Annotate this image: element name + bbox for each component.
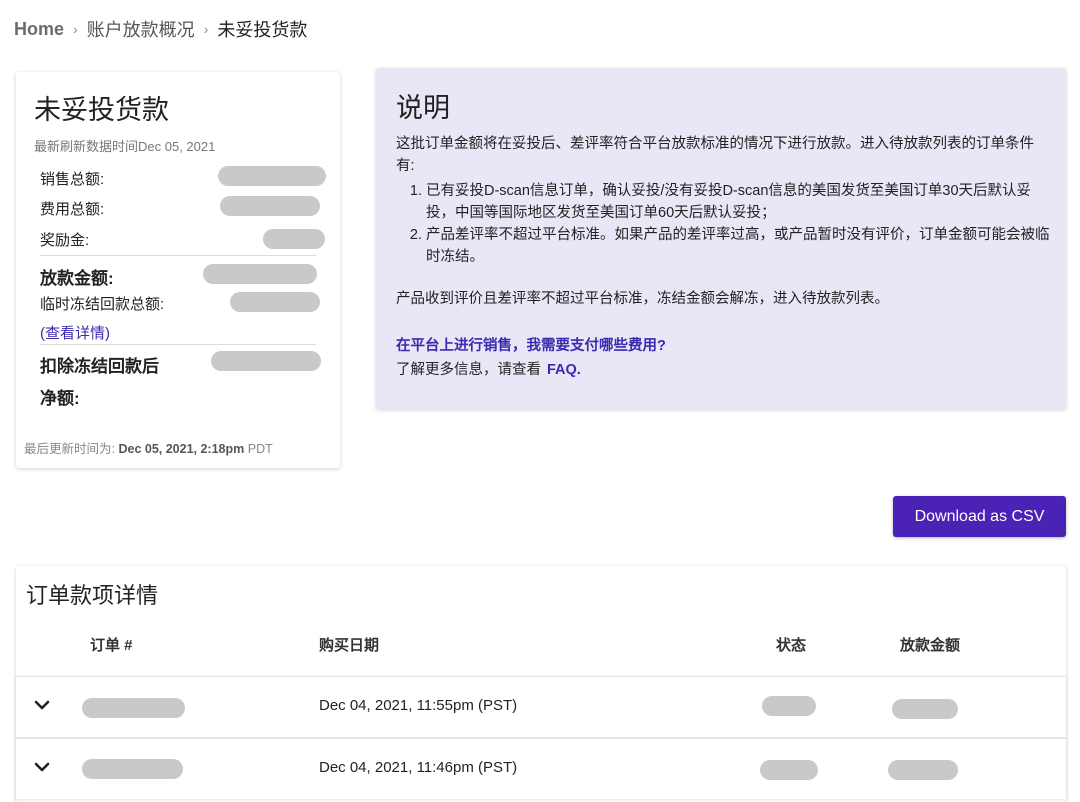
info-panel: 说明 这批订单金额将在妥投后、差评率符合平台放款标准的情况下进行放款。进入待放款… xyxy=(376,68,1066,409)
column-header-purchase-date[interactable]: 购买日期 xyxy=(319,634,379,655)
sales-total-value-redacted xyxy=(218,166,326,186)
frozen-total-label: 临时冻结回款总额: xyxy=(40,296,165,313)
fees-question-link[interactable]: 在平台上进行销售，我需要支付哪些费用? xyxy=(396,334,666,355)
column-header-order[interactable]: 订单 # xyxy=(90,634,133,655)
frozen-total-value-redacted xyxy=(230,292,320,312)
breadcrumb-home[interactable]: Home xyxy=(14,19,64,40)
divider xyxy=(40,344,316,345)
divider xyxy=(40,255,316,256)
info-title: 说明 xyxy=(396,93,450,123)
purchase-date: Dec 04, 2021, 11:55pm (PST) xyxy=(319,697,518,714)
refresh-time: 最新刷新数据时间Dec 05, 2021 xyxy=(34,139,216,154)
order-details-card: 订单款项详情 订单 # 购买日期 状态 放款金额 Dec 04, 2021, 1… xyxy=(16,566,1066,802)
fees-total-label: 费用总额: xyxy=(40,201,105,218)
more-info: 了解更多信息，请查看 FAQ. xyxy=(396,358,581,379)
breadcrumb-separator: › xyxy=(203,21,209,37)
net-amount-value-redacted xyxy=(211,351,321,371)
net-amount-label-line2: 净额: xyxy=(40,389,80,408)
payout-amount-redacted xyxy=(888,760,958,780)
last-updated-prefix: 最后更新时间为: xyxy=(24,442,115,456)
column-header-payout-amount[interactable]: 放款金额 xyxy=(900,634,960,655)
summary-title: 未妥投货款 xyxy=(34,95,169,125)
last-updated: 最后更新时间为: Dec 05, 2021, 2:18pm PDT xyxy=(24,438,273,457)
breadcrumb-separator: › xyxy=(73,21,78,37)
breadcrumb: Home › 账户放款概况 › 未妥投货款 xyxy=(14,16,307,42)
summary-card: 未妥投货款 最新刷新数据时间Dec 05, 2021 销售总额: 费用总额: 奖… xyxy=(16,72,340,468)
info-note: 产品收到评价且差评率不超过平台标准，冻结金额会解冻，进入待放款列表。 xyxy=(396,291,889,307)
download-csv-button[interactable]: Download as CSV xyxy=(893,496,1066,537)
purchase-date: Dec 04, 2021, 11:46pm (PST) xyxy=(319,759,518,776)
chevron-down-icon[interactable] xyxy=(32,757,52,777)
order-details-title: 订单款项详情 xyxy=(26,583,159,608)
table-row[interactable]: Dec 04, 2021, 11:55pm (PST) xyxy=(16,676,1066,737)
fees-total-value-redacted xyxy=(220,196,320,216)
info-conditions-list: 已有妥投D-scan信息订单，确认妥投/没有妥投D-scan信息的美国发货至美国… xyxy=(396,180,1051,268)
payout-amount-redacted xyxy=(892,699,958,719)
order-number-redacted xyxy=(82,759,183,779)
table-row[interactable]: Dec 04, 2021, 11:46pm (PST) xyxy=(16,738,1066,799)
list-item: 产品差评率不超过平台标准。如果产品的差评率过高，或产品暂时没有评价，订单金额可能… xyxy=(426,224,1051,268)
bonus-label: 奖励金: xyxy=(40,232,90,249)
order-number-redacted xyxy=(82,698,185,718)
net-amount-label-line1: 扣除冻结回款后 xyxy=(40,357,159,376)
bonus-value-redacted xyxy=(263,229,325,249)
view-details-link[interactable]: (查看详情) xyxy=(40,322,110,343)
info-intro: 这批订单金额将在妥投后、差评率符合平台放款标准的情况下进行放款。进入待放款列表的… xyxy=(396,136,1034,174)
last-updated-time: Dec 05, 2021, 2:18pm xyxy=(118,442,245,456)
sales-total-label: 销售总额: xyxy=(40,171,105,188)
faq-link[interactable]: FAQ. xyxy=(547,362,581,378)
status-redacted xyxy=(760,760,818,780)
payout-label: 放款金额: xyxy=(40,269,114,288)
payout-value-redacted xyxy=(203,264,317,284)
column-header-status[interactable]: 状态 xyxy=(776,634,806,655)
status-redacted xyxy=(762,696,816,716)
last-updated-timezone: PDT xyxy=(247,442,273,456)
list-item: 已有妥投D-scan信息订单，确认妥投/没有妥投D-scan信息的美国发货至美国… xyxy=(426,180,1051,224)
breadcrumb-account-overview[interactable]: 账户放款概况 xyxy=(87,16,195,42)
chevron-down-icon[interactable] xyxy=(32,695,52,715)
breadcrumb-current: 未妥投货款 xyxy=(217,20,308,40)
more-info-text: 了解更多信息，请查看 xyxy=(396,362,541,378)
